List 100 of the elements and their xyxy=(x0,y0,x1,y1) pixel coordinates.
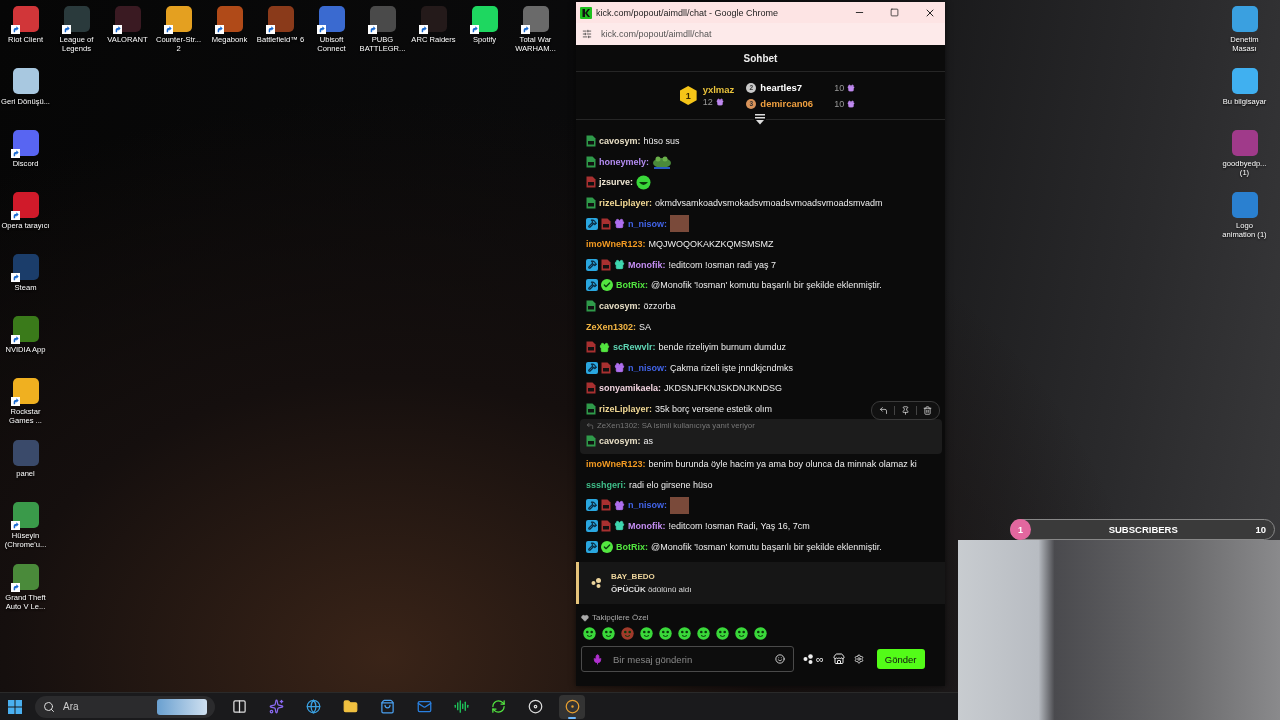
username[interactable]: rizeLiplayer: xyxy=(599,198,653,209)
logo-icon xyxy=(580,6,592,19)
emote-icon[interactable] xyxy=(697,627,710,640)
emote-icon[interactable] xyxy=(716,627,729,640)
emoji-icon[interactable] xyxy=(775,654,785,664)
chat-title: Sohbet xyxy=(743,52,778,64)
app-icon[interactable] xyxy=(12,564,39,590)
username[interactable]: n_nisow: xyxy=(628,218,667,229)
app-icon[interactable] xyxy=(12,254,39,280)
username[interactable]: ZeXen1302: xyxy=(586,321,637,332)
message-input[interactable]: Bir mesaj gönderin xyxy=(611,652,767,666)
emote-icon[interactable] xyxy=(602,627,615,640)
username[interactable]: cavosym: xyxy=(599,301,641,312)
pin-icon xyxy=(901,406,910,416)
checkmark-icon xyxy=(601,279,613,292)
hammer-icon xyxy=(586,499,598,512)
message-text: SA xyxy=(639,321,652,332)
app-icon[interactable] xyxy=(12,502,39,528)
globe-icon xyxy=(305,699,321,714)
search-field[interactable]: Ara xyxy=(35,695,215,718)
emote-icon[interactable] xyxy=(583,627,596,640)
app-icon[interactable] xyxy=(12,68,39,94)
username[interactable]: rizeLiplayer: xyxy=(599,404,653,414)
emote-icon[interactable] xyxy=(640,627,653,640)
settings-button[interactable] xyxy=(853,654,864,664)
app-icon[interactable] xyxy=(369,6,396,32)
gift-count: 12 xyxy=(702,97,713,107)
username[interactable]: sonyamikaela: xyxy=(599,383,662,394)
reward-username[interactable]: BAY_BEDO xyxy=(611,572,692,581)
url-text[interactable]: kick.com/popout/aimdll/chat xyxy=(601,29,712,39)
app-icon[interactable] xyxy=(420,6,447,32)
message-text: MQJWOQOKAKZKQMSMSMZ xyxy=(648,239,774,250)
pin-button[interactable] xyxy=(899,406,912,416)
username[interactable]: jzsurve: xyxy=(599,177,633,188)
username[interactable]: BotRix: xyxy=(616,541,648,552)
leader-name[interactable]: yxlmaz xyxy=(702,84,735,95)
emote-icon[interactable] xyxy=(754,627,767,640)
shortcut-arrow-icon xyxy=(61,25,71,34)
username[interactable]: imoWneR123: xyxy=(586,239,646,250)
search-highlight-picture xyxy=(157,698,207,715)
store-icon xyxy=(832,653,845,665)
username[interactable]: n_nisow: xyxy=(628,500,667,511)
app-icon[interactable] xyxy=(471,6,498,32)
app-icon[interactable] xyxy=(1231,68,1258,94)
maximize-icon xyxy=(890,8,899,17)
gift-count: 10 xyxy=(834,82,845,93)
leader-name[interactable]: demircan06 xyxy=(760,98,833,109)
laughing-face-icon xyxy=(636,175,651,190)
message-text: @Monofik '!osman' komutu başarılı bir şekilde eklenmiştir. xyxy=(651,280,882,291)
shortcut-arrow-icon xyxy=(367,25,377,34)
sliders-icon[interactable] xyxy=(582,29,592,39)
username[interactable]: Monofik: xyxy=(628,259,666,270)
send-button[interactable]: Gönder xyxy=(876,649,925,669)
emote-icon[interactable] xyxy=(735,627,748,640)
shortcut-arrow-icon xyxy=(10,273,20,282)
windows-logo-icon xyxy=(8,699,22,714)
app-icon[interactable] xyxy=(318,6,345,32)
emote-icon[interactable] xyxy=(659,627,672,640)
delete-button[interactable] xyxy=(921,406,934,416)
message-text: !editcom !osman Radi, Yaş 16, 7cm xyxy=(668,521,810,531)
username[interactable]: imoWneR123: xyxy=(586,459,646,470)
start-button[interactable] xyxy=(6,697,24,716)
username[interactable]: scRewvlr: xyxy=(613,342,656,353)
folder-icon xyxy=(342,699,358,714)
username[interactable]: n_nisow: xyxy=(628,362,667,373)
app-icon[interactable] xyxy=(267,6,294,32)
app-icon[interactable] xyxy=(12,316,39,342)
app-icon[interactable] xyxy=(12,130,39,156)
rank-marker: 1 xyxy=(679,86,697,105)
username[interactable]: ssshgeri: xyxy=(586,479,627,490)
app-icon[interactable] xyxy=(216,6,243,32)
username[interactable]: BotRix: xyxy=(616,280,648,291)
username[interactable]: honeymely: xyxy=(599,156,649,167)
message-text: JKDSNJFKNJSKDNJKNDSG xyxy=(664,383,783,394)
store-button[interactable] xyxy=(832,653,845,665)
collapse-icon[interactable] xyxy=(754,114,766,125)
message-text: hüso sus xyxy=(643,136,680,147)
app-icon[interactable] xyxy=(12,192,39,218)
username[interactable]: Monofik: xyxy=(628,521,666,531)
app-icon[interactable] xyxy=(12,6,39,32)
username[interactable]: cavosym: xyxy=(599,136,641,147)
app-icon[interactable] xyxy=(165,6,192,32)
taskbar-app-button[interactable] xyxy=(559,694,585,719)
dots-icon xyxy=(591,578,602,588)
app-icon[interactable] xyxy=(522,6,549,32)
points-button[interactable]: ∞ xyxy=(803,653,824,665)
username[interactable]: cavosym: xyxy=(599,435,641,446)
gift-icon xyxy=(847,99,856,108)
reply-button[interactable] xyxy=(877,406,890,416)
app-icon[interactable] xyxy=(114,6,141,32)
leader-name[interactable]: heartles7 xyxy=(760,82,833,93)
shortcut-arrow-icon xyxy=(10,397,20,406)
microphone-icon[interactable] xyxy=(592,653,603,665)
message-field[interactable]: Bir mesaj gönderin xyxy=(581,646,794,672)
shortcut-arrow-icon xyxy=(418,25,428,34)
app-icon[interactable] xyxy=(12,378,39,404)
app-icon[interactable] xyxy=(63,6,90,32)
emote-icon[interactable] xyxy=(678,627,691,640)
shortcut-arrow-icon xyxy=(520,25,530,34)
mail-icon xyxy=(416,699,432,714)
